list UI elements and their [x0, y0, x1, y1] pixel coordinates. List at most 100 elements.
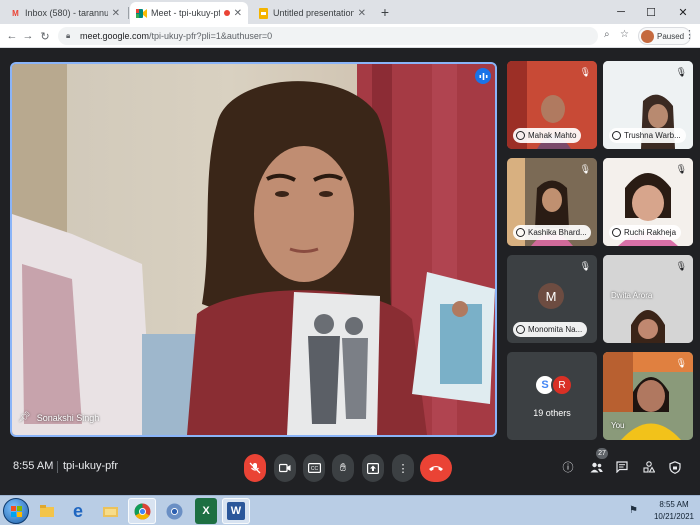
tab-meet[interactable]: Meet - tpi-ukuy-pfr ✕	[130, 2, 248, 24]
tray-flag-icon[interactable]: ⚑	[629, 505, 638, 516]
file-explorer-icon[interactable]	[33, 498, 61, 524]
mic-off-icon: 🎙︎	[675, 164, 687, 174]
participant-tile[interactable]: 🎙︎ Mahak Mahto	[507, 61, 597, 149]
self-label: You	[611, 421, 625, 430]
call-controls: 8:55 AM tpi-ukuy-pfr CC ✋︎ ⋮ ⓘ 27	[0, 448, 700, 495]
close-window-icon[interactable]: ✕	[668, 0, 698, 24]
leave-call-button[interactable]	[420, 454, 452, 482]
browser-tab-strip: M Inbox (580) - tarannum@theindi ✕ Meet …	[0, 0, 700, 24]
hang-up-icon	[429, 466, 443, 471]
avatar: M	[538, 283, 564, 309]
chrome-icon[interactable]	[128, 498, 156, 524]
mic-toggle-button[interactable]	[244, 454, 266, 482]
participant-name: Dwita Arora	[611, 291, 653, 300]
more-vert-icon: ⋮	[397, 462, 409, 475]
tab-label: Meet - tpi-ukuy-pfr	[151, 8, 220, 18]
divider	[57, 461, 58, 473]
more-menu-icon[interactable]: ⋮	[684, 28, 695, 41]
main-speaker-label: 📌︎ Sonakshi Singh	[18, 412, 99, 423]
new-tab-button[interactable]: +	[376, 3, 394, 21]
participant-tile[interactable]: 🎙︎ Ruchi Rakheja	[603, 158, 693, 246]
start-button[interactable]	[3, 498, 29, 524]
participant-name: Mahak Mahto	[528, 131, 577, 140]
svg-text:CC: CC	[310, 466, 318, 472]
meet-stage: 📌︎ Sonakshi Singh 🎙︎ Mahak Mahto 🎙︎ Trus…	[0, 48, 700, 495]
bookmark-star-icon[interactable]: ☆	[620, 29, 629, 40]
participant-name-pill: Kashika Bhard...	[513, 225, 591, 240]
participant-name: Ruchi Rakheja	[624, 228, 677, 237]
participant-tile[interactable]: 🎙︎ Trushna Warb...	[603, 61, 693, 149]
avatar: R	[551, 374, 573, 396]
tab-label: Untitled presentation - Google S	[273, 8, 354, 18]
internet-explorer-icon[interactable]: e	[64, 498, 92, 524]
tab-slides[interactable]: Untitled presentation - Google S ✕	[252, 2, 372, 24]
main-speaker-tile[interactable]: 📌︎ Sonakshi Singh	[10, 62, 497, 437]
mic-off-icon: 🎙︎	[675, 261, 687, 271]
participant-count-badge: 27	[596, 448, 608, 459]
meeting-code: tpi-ukuy-pfr	[63, 460, 119, 472]
slides-icon	[258, 7, 269, 19]
hand-icon: ✋︎	[339, 461, 347, 474]
host-controls-icon[interactable]	[667, 459, 683, 475]
others-count: 19 others	[533, 408, 571, 418]
self-tile[interactable]: 🎙︎ You	[603, 352, 693, 440]
windows-logo-icon	[10, 505, 22, 517]
address-bar[interactable]: 🔒︎ meet.google.com/tpi-ukuy-pfr?pli=1&au…	[58, 27, 598, 45]
folder-icon[interactable]	[96, 498, 124, 524]
meeting-details-icon[interactable]: ⓘ	[560, 459, 576, 475]
mic-off-icon: 🎙︎	[675, 67, 687, 77]
browser-toolbar: ← → ↻ 🔒︎ meet.google.com/tpi-ukuy-pfr?pl…	[0, 24, 700, 48]
close-icon[interactable]: ✕	[112, 8, 120, 19]
meet-icon	[136, 8, 147, 19]
camera-toggle-button[interactable]	[274, 454, 296, 482]
captions-button[interactable]: CC	[303, 454, 325, 482]
participant-name: Trushna Warb...	[624, 131, 681, 140]
windows-taskbar: e X W ⚑ 8:55 AM 10/21/2021	[0, 495, 700, 525]
word-icon[interactable]: W	[222, 498, 250, 524]
participant-name-pill: Trushna Warb...	[609, 128, 686, 143]
lock-icon: 🔒︎	[66, 31, 71, 40]
participant-tile[interactable]: 🎙︎ Dwita Arora	[603, 255, 693, 343]
maximize-icon[interactable]: ☐	[636, 0, 666, 24]
profile-status: Paused	[657, 31, 685, 41]
participant-name-pill: Ruchi Rakheja	[609, 225, 682, 240]
mic-off-icon: 🎙︎	[579, 67, 591, 77]
pin-icon[interactable]: 📌︎	[18, 412, 31, 423]
present-icon	[367, 462, 379, 474]
speaker-video	[12, 64, 495, 435]
hand-icon	[612, 228, 621, 237]
participant-name-pill: Monomita Na...	[513, 322, 588, 337]
participant-tile[interactable]: 🎙︎ M Monomita Na...	[507, 255, 597, 343]
tab-label: Inbox (580) - tarannum@theindi	[25, 8, 108, 18]
raise-hand-button[interactable]: ✋︎	[332, 454, 354, 482]
activities-icon[interactable]	[641, 459, 657, 475]
minimize-icon[interactable]: ─	[606, 0, 636, 24]
people-icon[interactable]	[588, 459, 604, 475]
hand-icon	[612, 131, 621, 140]
others-tile[interactable]: S R 19 others	[507, 352, 597, 440]
captions-icon: CC	[307, 463, 321, 473]
present-button[interactable]	[362, 454, 384, 482]
participant-tile[interactable]: 🎙︎ Kashika Bhard...	[507, 158, 597, 246]
system-clock[interactable]: 8:55 AM 10/21/2021	[652, 499, 696, 523]
more-options-button[interactable]: ⋮	[392, 454, 414, 482]
url-path: /tpi-ukuy-pfr?pli=1&authuser=0	[149, 31, 273, 41]
chat-icon[interactable]	[614, 459, 630, 475]
reload-icon[interactable]: ↻	[37, 28, 53, 44]
forward-icon[interactable]: →	[20, 28, 36, 44]
back-icon[interactable]: ←	[4, 28, 20, 44]
url-host: meet.google.com	[80, 31, 150, 41]
others-avatars: S R	[534, 374, 574, 398]
zoom-icon[interactable]: ⌕	[604, 29, 610, 40]
participant-name: Monomita Na...	[528, 325, 583, 334]
mic-off-icon	[249, 462, 261, 474]
chrome-alt-icon[interactable]	[160, 498, 188, 524]
tab-gmail[interactable]: M Inbox (580) - tarannum@theindi ✕	[4, 2, 126, 24]
mic-off-icon: 🎙︎	[675, 358, 687, 368]
participant-name-pill: Mahak Mahto	[513, 128, 582, 143]
close-icon[interactable]: ✕	[358, 8, 366, 19]
tab-divider	[128, 7, 129, 19]
hand-icon	[516, 325, 525, 334]
close-icon[interactable]: ✕	[234, 8, 242, 19]
excel-icon[interactable]: X	[195, 498, 217, 524]
